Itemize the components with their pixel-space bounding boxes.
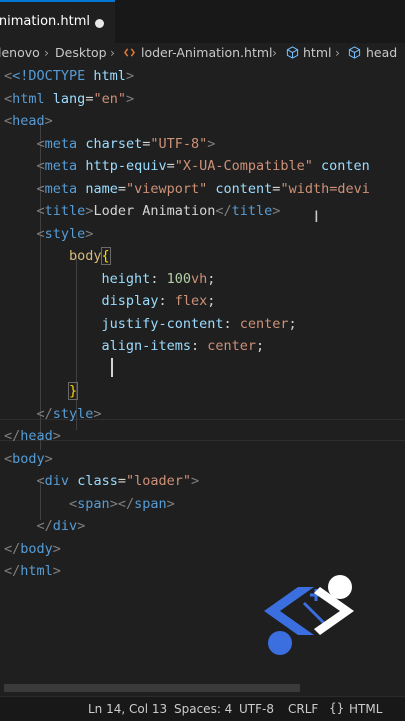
chevron-right-icon: › (110, 45, 115, 60)
unsaved-dot-icon[interactable] (95, 19, 104, 28)
code-line: <span></span> (69, 495, 175, 512)
code-line: <meta name="viewport" content="width=dev… (36, 180, 370, 197)
chevron-right-icon: › (335, 45, 340, 60)
text-cursor (111, 358, 113, 377)
code-line: </style> (36, 405, 102, 422)
code-line: <meta charset="UTF-8"> (36, 135, 216, 152)
chevron-right-icon: › (272, 45, 277, 60)
chevron-right-icon: › (44, 45, 49, 60)
code-line: <title>Loder Animation</title> (36, 203, 281, 219)
code-line: justify-content: center; (101, 315, 297, 332)
element-cube-icon (286, 46, 299, 59)
breadcrumb-item-file[interactable]: loder-Animation.html (141, 45, 273, 60)
breadcrumb-item-head[interactable]: head (366, 45, 397, 60)
code-line: </html> (4, 563, 61, 579)
editor-tab[interactable]: Animation.html (0, 0, 115, 43)
breadcrumb-item-lenovo[interactable]: lenovo (0, 45, 40, 60)
html-file-icon (124, 48, 135, 57)
code-line: <style> (36, 225, 94, 242)
code-line: </head> (4, 428, 61, 444)
encoding-setting[interactable]: UTF-8 (239, 702, 274, 716)
element-cube-icon (348, 46, 361, 59)
code-line: } (68, 382, 79, 400)
mouse-ibeam-icon: I (314, 207, 319, 226)
indentation-setting[interactable]: Spaces: 4 (174, 702, 232, 716)
code-line: height: 100vh; (101, 270, 216, 287)
breadcrumb-item-desktop[interactable]: Desktop (55, 45, 107, 60)
code-line: </div> (36, 518, 86, 534)
tab-title: Animation.html (0, 14, 91, 29)
code-line: <div class="loader"> (36, 473, 200, 489)
status-bar: Ln 14, Col 13 Spaces: 4 UTF-8 CRLF {} HT… (0, 696, 405, 721)
tab-bar: Animation.html (0, 0, 405, 44)
breadcrumb-item-html[interactable]: html (303, 45, 331, 60)
language-mode[interactable]: HTML (349, 702, 382, 716)
code-line: <head> (4, 113, 53, 129)
braces-icon[interactable]: {} (329, 701, 344, 715)
code-line: </body> (4, 540, 61, 557)
code-line: display: flex; (101, 293, 216, 309)
horizontal-scrollbar[interactable] (4, 684, 300, 692)
eol-setting[interactable]: CRLF (288, 702, 318, 716)
channel-logo-icon (264, 575, 354, 655)
code-line: body{ (69, 247, 111, 265)
code-line: <meta http-equiv="X-UA-Compatible" conte… (36, 158, 370, 174)
code-line: <html lang="en"> (4, 90, 135, 107)
breadcrumb: lenovo › Desktop › loder-Animation.html … (0, 43, 405, 65)
cursor-position[interactable]: Ln 14, Col 13 (88, 702, 167, 716)
code-line: align-items: center; (101, 338, 265, 354)
code-line: <<!DOCTYPE html> (4, 68, 135, 84)
code-line: <body> (4, 450, 53, 467)
